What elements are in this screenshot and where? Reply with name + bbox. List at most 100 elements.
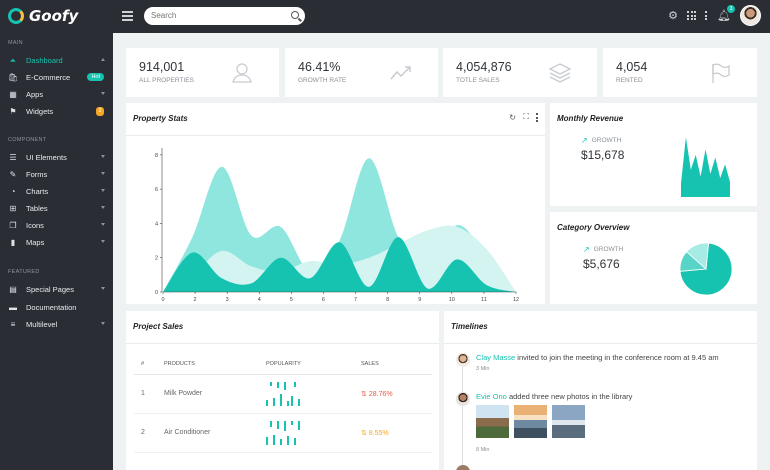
sidebar-item-maps[interactable]: ▮ Maps — [0, 234, 113, 251]
pencil-icon: ✎ — [9, 170, 17, 179]
more-vertical-icon[interactable] — [705, 11, 708, 20]
sidebar-item-label: Maps — [26, 238, 45, 247]
settings-gear-icon[interactable]: ⚙ — [668, 9, 678, 22]
trend-up-icon: ↗ — [581, 136, 588, 145]
timeline-text: invited to join the meeting in the confe… — [515, 353, 719, 362]
sidebar-item-label: Special Pages — [26, 285, 74, 294]
sidebar-section-component: COMPONENT — [8, 137, 47, 143]
y-tick-label: 0 — [155, 290, 158, 296]
column-header: POPULARITY — [266, 354, 361, 375]
timeline-time: 8 Min — [476, 447, 490, 453]
photo-thumbnail[interactable] — [476, 405, 509, 438]
y-tick-label: 2 — [155, 256, 158, 262]
popularity-bar — [294, 437, 296, 445]
x-tick-label: 9 — [418, 297, 421, 303]
copy-icon: ❐ — [9, 221, 17, 230]
doc-icon: ▬ — [9, 303, 17, 312]
sales-trend-icon: ⇅ — [361, 429, 369, 437]
table-icon: ⊞ — [9, 204, 17, 213]
project-sales-card: Project Sales # PRODUCTS POPULARITY SALE… — [126, 311, 439, 470]
list-icon: ☰ — [9, 153, 17, 162]
avatar[interactable] — [456, 392, 470, 406]
stat-card-rented: 4,054 RENTED — [603, 48, 757, 97]
search-box — [144, 7, 305, 25]
sidebar-item-multilevel[interactable]: ≡ Multilevel — [0, 316, 113, 333]
sidebar-item-special-pages[interactable]: ▤ Special Pages — [0, 281, 113, 298]
stat-label: ALL PROPERTIES — [139, 77, 194, 84]
sidebar-item-widgets[interactable]: ⚑ Widgets 2 — [0, 103, 113, 120]
search-input[interactable] — [151, 11, 281, 20]
card-divider — [126, 343, 439, 344]
refresh-icon[interactable]: ↻ — [509, 113, 516, 122]
product-name: Air Conditioner — [164, 413, 266, 453]
x-tick-label: 5 — [290, 297, 293, 303]
trend-up-icon: ↗ — [583, 245, 590, 254]
hot-badge: Hot — [87, 73, 104, 81]
x-tick-label: 10 — [449, 297, 455, 303]
multilevel-icon: ≡ — [10, 320, 16, 329]
popularity-bar — [273, 397, 275, 406]
stat-value: 914,001 — [139, 60, 185, 74]
sidebar-item-dashboard[interactable]: ⏶ Dashboard — [0, 52, 113, 69]
y-tick-label: 4 — [155, 221, 158, 227]
sidebar-item-forms[interactable]: ✎ Forms — [0, 166, 113, 183]
card-title: Timelines — [451, 322, 488, 331]
sidebar-item-label: Documentation — [26, 303, 77, 312]
x-tick-label: 2 — [194, 297, 197, 303]
chevron-down-icon — [101, 172, 105, 175]
table-row[interactable]: 2 Air Conditioner ⇅ 8.55% — [134, 413, 432, 453]
popularity-bar — [290, 395, 293, 406]
dashboard-icon: ⏶ — [9, 55, 17, 65]
sidebar-item-label: Forms — [26, 170, 48, 179]
sidebar-item-label: UI Elements — [26, 153, 67, 162]
menu-toggle-icon[interactable] — [122, 11, 133, 21]
category-value: $5,676 — [583, 257, 620, 271]
fullscreen-icon[interactable]: ⛶ — [523, 112, 529, 122]
notification-bell-icon[interactable]: 🔔︎ 3 — [717, 5, 735, 22]
popularity-bar — [280, 438, 282, 445]
timeline-photos — [476, 405, 632, 443]
revenue-summary: ↗ GROWTH $15,678 — [581, 136, 624, 162]
avatar[interactable] — [456, 353, 470, 367]
stat-value: 4,054,876 — [456, 60, 512, 74]
sidebar-item-label: Multilevel — [26, 320, 58, 329]
x-tick-label: 8 — [386, 297, 389, 303]
timeline-user-link[interactable]: Evie Ono — [476, 392, 507, 401]
card-menu-icon[interactable] — [536, 113, 539, 122]
sales-value: 8.55% — [368, 429, 389, 437]
apps-grid-icon[interactable] — [687, 11, 697, 20]
sidebar-item-ui-elements[interactable]: ☰ UI Elements — [0, 149, 113, 166]
app-logo[interactable]: Goofy — [8, 7, 78, 25]
sidebar-item-documentation[interactable]: ▬ Documentation — [0, 299, 113, 316]
sidebar-item-ecommerce[interactable]: 🛍︎ E-Commerce Hot — [0, 69, 113, 86]
table-row[interactable]: 1 Milk Powder ⇅ 28.76% — [134, 374, 432, 414]
card-title: Property Stats — [133, 114, 188, 123]
map-icon: ▮ — [10, 238, 16, 247]
sidebar-item-icons[interactable]: ❐ Icons — [0, 217, 113, 234]
sidebar-item-tables[interactable]: ⊞ Tables — [0, 200, 113, 217]
column-header: SALES — [361, 354, 432, 375]
photo-thumbnail[interactable] — [514, 405, 547, 438]
timeline-user-link[interactable]: Clay Masse — [476, 353, 515, 362]
category-summary: ↗ GROWTH $5,676 — [583, 245, 623, 271]
sidebar-item-charts[interactable]: ◔ Charts — [0, 183, 113, 200]
user-avatar[interactable] — [740, 5, 761, 26]
column-header: # — [134, 354, 164, 375]
sidebar-item-label: E-Commerce — [26, 73, 71, 82]
shop-icon: 🛍︎ — [8, 73, 19, 82]
photo-thumbnail[interactable] — [552, 405, 585, 438]
x-tick-label: 12 — [513, 297, 519, 303]
timeline-time: 3 Min — [476, 366, 490, 372]
sidebar-item-label: Apps — [26, 90, 44, 99]
row-number: 2 — [134, 413, 164, 453]
search-icon[interactable] — [291, 11, 299, 19]
x-tick-label: 0 — [161, 297, 164, 303]
avatar[interactable] — [456, 465, 470, 470]
card-title: Project Sales — [133, 322, 184, 331]
popularity-sparkline — [266, 381, 361, 406]
stat-label: TOTLE SALES — [456, 77, 500, 84]
sidebar-item-label: Dashboard — [26, 56, 63, 65]
sidebar-item-apps[interactable]: ▦ Apps — [0, 86, 113, 103]
x-tick-label: 11 — [481, 297, 487, 303]
popularity-bar — [276, 381, 279, 388]
